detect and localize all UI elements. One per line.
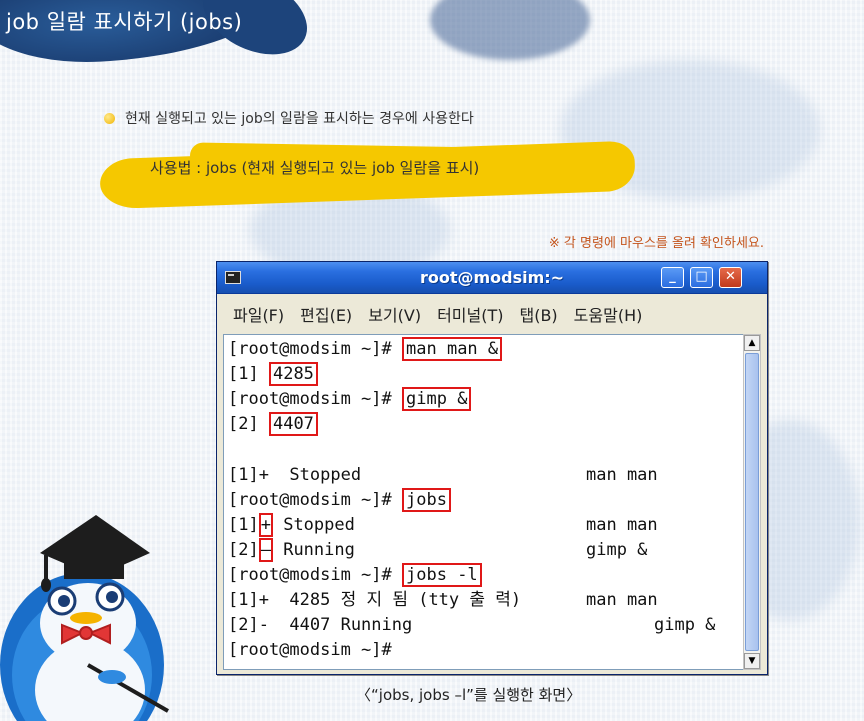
prompt: [root@modsim ~]# — [228, 640, 392, 660]
bg-paint-blob — [430, 0, 590, 60]
terminal-titlebar[interactable]: root@modsim:~ _ □ ✕ — [217, 262, 767, 294]
terminal-line: [root@modsim ~]# jobs — [228, 488, 451, 513]
terminal-line: [1] 4285 — [228, 362, 318, 387]
terminal-scrollbar[interactable]: ▲ ▼ — [743, 334, 761, 670]
minimize-icon[interactable]: _ — [661, 267, 684, 288]
terminal-line: [1]+ Stopped — [228, 465, 362, 485]
scroll-up-icon[interactable]: ▲ — [744, 335, 760, 351]
prompt: [root@modsim ~]# — [228, 565, 392, 585]
job-command: man man — [586, 465, 658, 485]
terminal-line: [root@modsim ~]# gimp & — [228, 387, 472, 412]
bullet-icon — [104, 112, 115, 124]
description-line: 현재 실행되고 있는 job의 일람을 표시하는 경우에 사용한다 — [104, 108, 474, 128]
usage-text: 사용법 : jobs (현재 실행되고 있는 job 일람을 표시) — [150, 159, 480, 177]
terminal-output[interactable]: [root@modsim ~]# man man & [1] 4285 [roo… — [223, 334, 747, 670]
pid-highlight[interactable]: 4285 — [268, 362, 318, 386]
terminal-menubar: 파일(F) 편집(E) 보기(V) 터미널(T) 탭(B) 도움말(H) — [217, 298, 767, 330]
terminal-line: [1]+ 4285 정 지 됨 (tty 출 력) — [228, 590, 522, 610]
scrollbar-thumb[interactable] — [745, 353, 759, 651]
terminal-line: [2] – Running — [228, 538, 355, 563]
job-mark-highlight[interactable]: + — [258, 513, 273, 537]
close-icon[interactable]: ✕ — [719, 267, 742, 288]
job-number: [2] — [228, 540, 259, 560]
job-mark-highlight[interactable]: – — [258, 538, 273, 562]
command-highlight[interactable]: jobs -l — [402, 563, 482, 587]
job-command: gimp & — [586, 540, 648, 560]
figure-caption: 〈“jobs, jobs –l”를 실행한 화면〉 — [356, 686, 582, 704]
terminal-line: [root@modsim ~]# jobs -l — [228, 563, 482, 588]
job-number: [2] — [228, 414, 259, 434]
menu-help[interactable]: 도움말(H) — [574, 302, 643, 326]
prompt: [root@modsim ~]# — [228, 389, 392, 409]
job-command: man man — [586, 590, 658, 610]
menu-edit[interactable]: 편집(E) — [300, 302, 352, 326]
job-number: [1] — [228, 364, 259, 384]
job-number: [1] — [228, 515, 259, 535]
menu-file[interactable]: 파일(F) — [233, 302, 284, 326]
job-status: Running — [272, 540, 355, 560]
scroll-down-icon[interactable]: ▼ — [744, 653, 760, 669]
penguin-mascot — [0, 515, 169, 721]
description-text: 현재 실행되고 있는 job의 일람을 표시하는 경우에 사용한다 — [125, 111, 474, 127]
terminal-line: [root@modsim ~]# — [228, 638, 392, 663]
command-highlight[interactable]: gimp & — [402, 387, 472, 411]
page-title: job 일람 표시하기 (jobs) — [6, 10, 243, 34]
prompt: [root@modsim ~]# — [228, 339, 392, 359]
job-status: Stopped — [272, 515, 355, 535]
hover-hint: ※ 각 명령에 마우스를 올려 확인하세요. — [548, 236, 764, 251]
job-command: gimp & — [654, 615, 716, 635]
terminal-line: [2] 4407 — [228, 412, 318, 437]
prompt: [root@modsim ~]# — [228, 490, 392, 510]
menu-tabs[interactable]: 탭(B) — [519, 302, 557, 326]
job-command: man man — [586, 515, 658, 535]
pid-highlight[interactable]: 4407 — [268, 412, 318, 436]
command-highlight[interactable]: man man & — [402, 337, 503, 361]
maximize-icon[interactable]: □ — [690, 267, 713, 288]
terminal-line: [root@modsim ~]# man man & — [228, 337, 503, 362]
terminal-window[interactable]: root@modsim:~ _ □ ✕ 파일(F) 편집(E) 보기(V) 터미… — [216, 261, 768, 675]
terminal-title: root@modsim:~ — [419, 268, 565, 287]
terminal-line: [2]- 4407 Running — [228, 615, 413, 635]
command-highlight[interactable]: jobs — [402, 488, 451, 512]
menu-terminal[interactable]: 터미널(T) — [437, 302, 503, 326]
menu-view[interactable]: 보기(V) — [368, 302, 421, 326]
terminal-line: [1]+ Stopped — [228, 513, 355, 538]
